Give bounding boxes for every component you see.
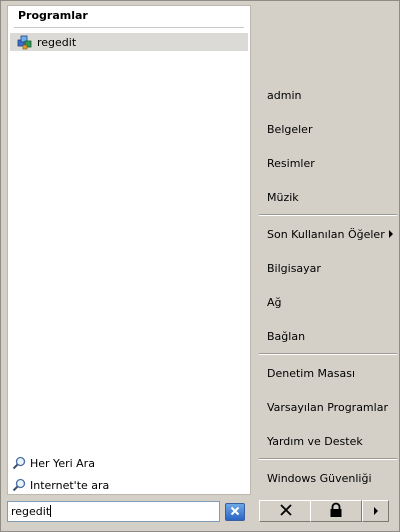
menu-item-help-support[interactable]: Yardım ve Destek xyxy=(267,435,363,448)
menu-divider xyxy=(259,353,397,355)
program-item-label: regedit xyxy=(37,35,77,49)
menu-item-recent-items[interactable]: Son Kullanılan Öğeler xyxy=(267,228,385,241)
search-everywhere-link[interactable]: Her Yeri Ara xyxy=(12,454,95,472)
programs-header: Programlar xyxy=(18,9,88,22)
menu-divider xyxy=(259,214,397,216)
menu-item-windows-security[interactable]: Windows Güvenliği xyxy=(267,472,372,485)
arrow-right-icon xyxy=(373,507,378,515)
search-internet-label: Internet'te ara xyxy=(30,478,110,492)
menu-item-computer[interactable]: Bilgisayar xyxy=(267,262,321,275)
programs-divider xyxy=(14,27,244,28)
menu-item-documents[interactable]: Belgeler xyxy=(267,123,312,136)
menu-item-network[interactable]: Ağ xyxy=(267,296,282,309)
lock-button[interactable] xyxy=(310,500,362,522)
menu-item-connect[interactable]: Bağlan xyxy=(267,330,305,343)
start-menu: Programlar regedit Her Yeri Ara Internet… xyxy=(0,0,400,532)
search-input-text: regedit xyxy=(11,505,51,518)
magnifier-icon xyxy=(12,456,26,470)
places-panel: admin Belgeler Resimler Müzik Son Kullan… xyxy=(254,1,400,495)
menu-item-control-panel[interactable]: Denetim Masası xyxy=(267,367,355,380)
lock-icon xyxy=(328,502,344,521)
menu-item-admin[interactable]: admin xyxy=(267,89,301,102)
close-icon xyxy=(230,506,240,519)
regedit-icon xyxy=(17,34,33,50)
shutdown-options-button[interactable] xyxy=(362,500,389,522)
menu-item-music[interactable]: Müzik xyxy=(267,191,299,204)
menu-item-pictures[interactable]: Resimler xyxy=(267,157,315,170)
search-internet-link[interactable]: Internet'te ara xyxy=(12,476,109,494)
programs-panel: Programlar regedit Her Yeri Ara Internet… xyxy=(7,5,251,495)
submenu-arrow-icon xyxy=(389,230,393,238)
search-clear-button[interactable] xyxy=(225,503,245,521)
magnifier-icon xyxy=(12,478,26,492)
program-item-regedit[interactable]: regedit xyxy=(10,33,248,51)
search-everywhere-label: Her Yeri Ara xyxy=(30,456,95,470)
search-input[interactable]: regedit xyxy=(7,501,220,522)
power-button[interactable] xyxy=(259,500,312,522)
close-x-icon xyxy=(279,503,293,520)
text-cursor xyxy=(50,505,52,517)
menu-divider xyxy=(259,458,397,460)
menu-item-default-programs[interactable]: Varsayılan Programlar xyxy=(267,401,388,414)
